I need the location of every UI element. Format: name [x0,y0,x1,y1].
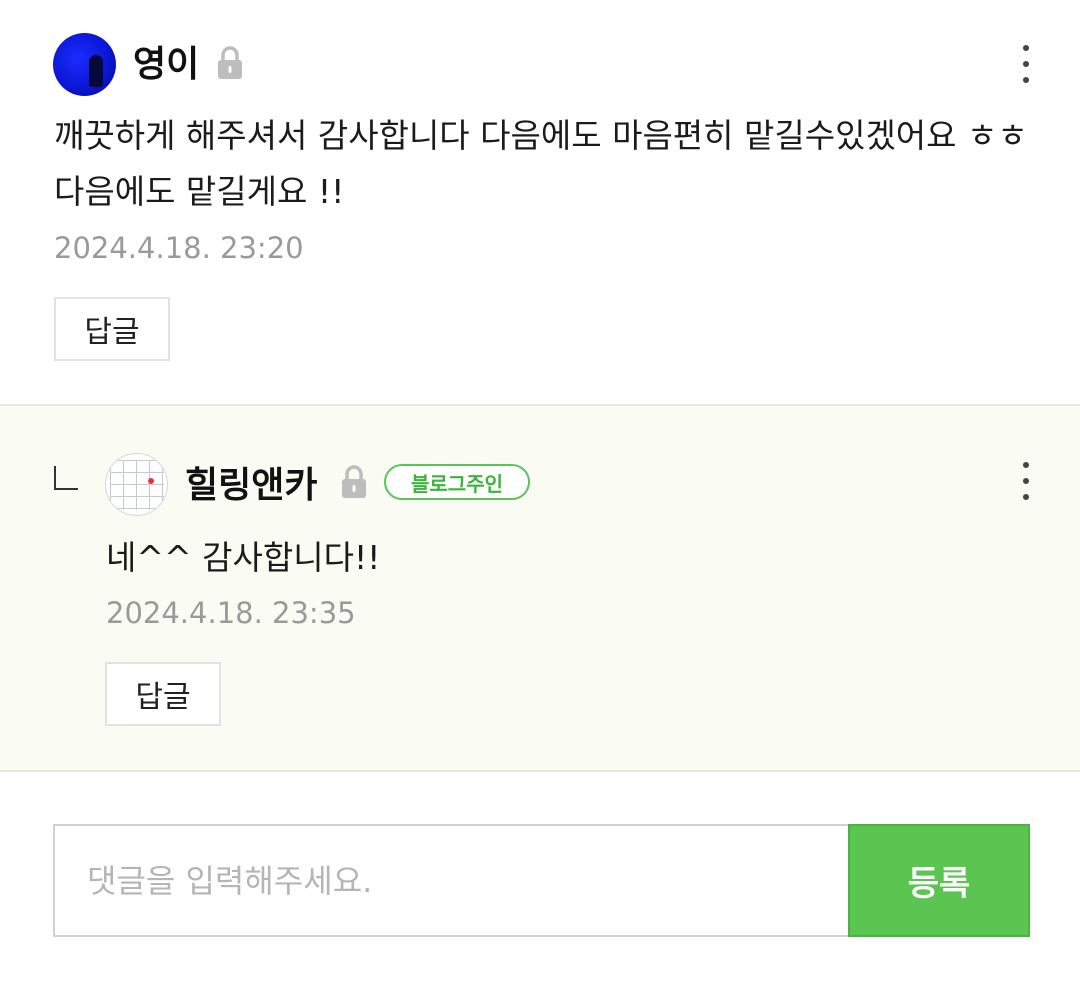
submit-button[interactable]: 등록 [848,824,1030,937]
avatar-figure [89,55,103,87]
comment-input-box [53,824,850,937]
avatar[interactable] [105,453,168,516]
comment-input[interactable] [55,826,850,935]
reply-button[interactable]: 답글 [105,662,221,726]
comment-date: 2024.4.18. 23:35 [106,596,356,630]
comment-section: 영이 깨끗하게 해주셔서 감사합니다 다음에도 마음편히 맡길수있겠어요 ㅎㅎ … [0,0,1080,1005]
lock-icon [218,46,242,79]
comment-text: 깨끗하게 해주셔서 감사합니다 다음에도 마음편히 맡길수있겠어요 ㅎㅎ 다음에… [54,116,1039,211]
avatar[interactable] [53,33,116,96]
divider [0,770,1080,772]
comment-text: 네^^ 감사합니다!! [106,538,381,577]
reply-comment: 힐링앤카 블로그주인 네^^ 감사합니다!! 2024.4.18. 23:35 … [0,406,1080,770]
reply-indent-icon [54,466,78,490]
more-vertical-icon[interactable] [1020,462,1032,500]
comment: 영이 깨끗하게 해주셔서 감사합니다 다음에도 마음편히 맡길수있겠어요 ㅎㅎ … [0,0,1080,404]
more-vertical-icon[interactable] [1020,45,1032,83]
reply-button[interactable]: 답글 [54,297,170,361]
blog-owner-badge: 블로그주인 [384,464,530,500]
avatar-pattern [110,460,164,510]
comment-author[interactable]: 영이 [133,47,199,83]
comment-date: 2024.4.18. 23:20 [54,231,304,265]
comment-author[interactable]: 힐링앤카 [185,468,317,504]
lock-icon [342,465,366,498]
avatar-dot [148,478,154,484]
